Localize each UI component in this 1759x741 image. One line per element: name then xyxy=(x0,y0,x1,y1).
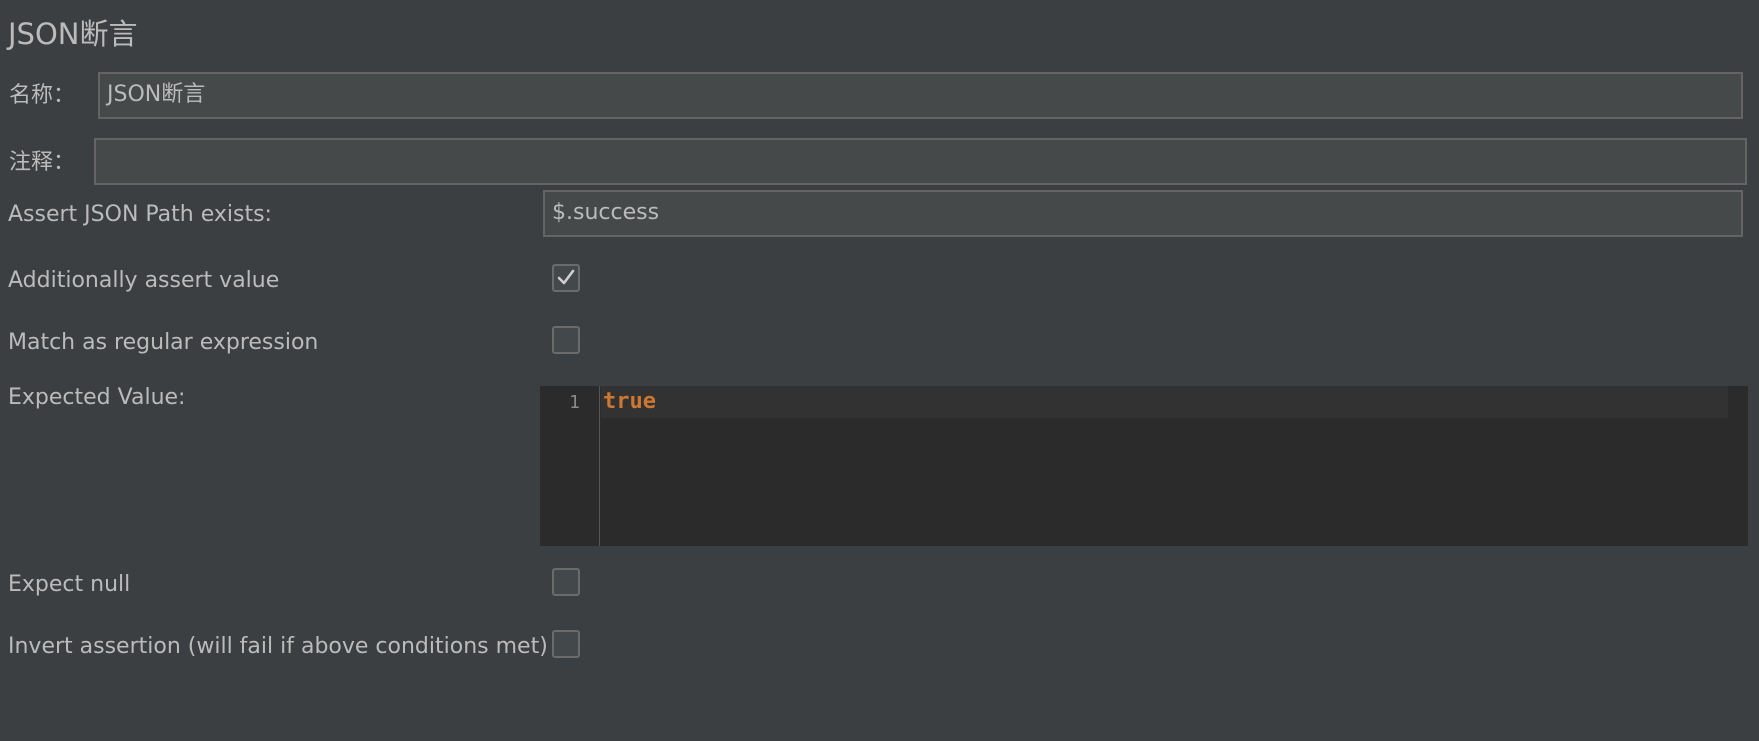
checkmark-icon xyxy=(557,269,575,285)
panel-title: JSON断言 xyxy=(8,17,138,51)
expect-null-label: Expect null xyxy=(8,572,131,597)
line-number: 1 xyxy=(569,392,580,413)
expect-null-checkbox[interactable] xyxy=(552,568,580,596)
assert-value-checkbox[interactable] xyxy=(552,264,580,292)
comment-input[interactable] xyxy=(94,138,1747,185)
regex-checkbox[interactable] xyxy=(552,326,580,354)
invert-label: Invert assertion (will fail if above con… xyxy=(8,634,548,659)
invert-checkbox[interactable] xyxy=(552,630,580,658)
name-label: 名称： xyxy=(9,83,76,108)
expected-value-label: Expected Value: xyxy=(8,385,186,410)
current-line-highlight xyxy=(601,386,1728,418)
editor-code: true xyxy=(603,389,656,414)
assert-value-label: Additionally assert value xyxy=(8,268,280,293)
regex-label: Match as regular expression xyxy=(8,330,319,355)
json-path-label: Assert JSON Path exists: xyxy=(8,202,272,227)
expected-value-editor[interactable]: 1 true xyxy=(540,386,1748,546)
comment-label: 注释： xyxy=(9,150,76,175)
editor-gutter: 1 xyxy=(540,386,600,546)
json-assertion-panel: JSON断言 名称： JSON断言 注释： Assert JSON Path e… xyxy=(0,0,1759,741)
json-path-input[interactable]: $.success xyxy=(543,190,1743,237)
name-input[interactable]: JSON断言 xyxy=(98,72,1743,119)
